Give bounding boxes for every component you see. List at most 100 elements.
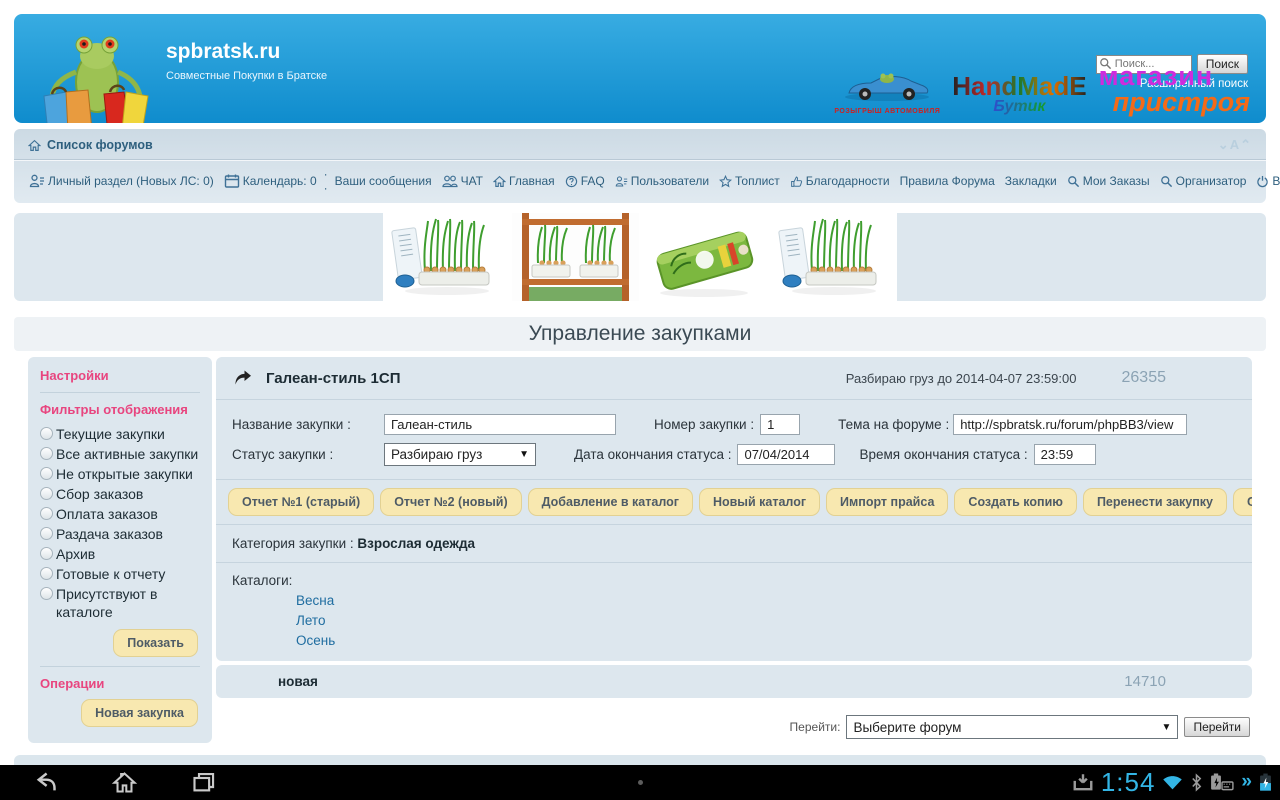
nav-bookmarks[interactable]: Закладки: [1005, 174, 1057, 188]
catalog-link-summer[interactable]: Лето: [296, 613, 1236, 628]
radio-button[interactable]: [40, 487, 53, 501]
banner-image-grass-kit[interactable]: [770, 213, 897, 302]
forum-topic-input[interactable]: [953, 413, 1188, 435]
radio-button[interactable]: [40, 567, 53, 581]
nav-your-messages[interactable]: Ваши сообщения: [335, 174, 432, 188]
purchase-row-new[interactable]: новая 14710: [216, 665, 1252, 699]
chevrons-icon: »: [1241, 771, 1252, 793]
status-select[interactable]: Разбираю груз ▼: [384, 442, 536, 466]
show-button[interactable]: Показать: [113, 629, 198, 658]
calendar-icon: [224, 173, 240, 189]
sidebar-settings-title: Настройки: [40, 368, 109, 384]
chat-group-icon: [442, 173, 458, 189]
category-label: Категория закупки :: [232, 536, 354, 552]
move-purchase-button[interactable]: Перенести закупку: [1082, 488, 1227, 517]
nav-organizer[interactable]: Организатор: [1160, 174, 1246, 188]
nav-chat[interactable]: ЧАТ: [442, 173, 483, 189]
status-end-date-input[interactable]: [737, 443, 836, 465]
purchase-name-input[interactable]: [384, 413, 616, 435]
nav-forum-rules[interactable]: Правила Форума: [900, 174, 995, 188]
nav-thanks[interactable]: Благодарности: [790, 174, 890, 188]
filter-ready-for-report[interactable]: Готовые к отчету: [40, 565, 200, 583]
banner-image-grass-kit[interactable]: [383, 213, 510, 302]
time-label: Время окончания статуса :: [859, 446, 1028, 462]
nav-logout[interactable]: Выход [ sibtel ]: [1256, 174, 1280, 188]
radio-button[interactable]: [40, 587, 53, 601]
breadcrumb-forums-link[interactable]: Список форумов: [28, 138, 153, 152]
filter-present-in-catalog[interactable]: Присутствуют в каталоге: [40, 585, 200, 621]
font-larger-icon[interactable]: ⌃: [1240, 137, 1252, 152]
catalog-link-spring[interactable]: Весна: [296, 593, 1236, 608]
font-size-controls[interactable]: ⌄A⌃: [1218, 137, 1252, 153]
site-header: spbratsk.ru Совместные Покупки в Братске…: [14, 14, 1266, 124]
back-button[interactable]: [32, 769, 59, 796]
new-catalog-button[interactable]: Новый каталог: [698, 488, 821, 517]
car-giveaway-caption: РОЗЫГРЫШ АВТОМОБИЛЯ: [834, 108, 941, 116]
question-icon: [565, 175, 578, 188]
nav-toplist[interactable]: Топлист: [719, 174, 780, 188]
jump-label: Перейти:: [789, 720, 841, 735]
purchase-row-id: 14710: [1124, 673, 1166, 691]
search-icon: [1067, 175, 1080, 188]
purchase-status-line: Разбираю груз до 2014-04-07 23:59:00: [845, 370, 1077, 386]
filter-order-distribution[interactable]: Раздача заказов: [40, 525, 200, 543]
home-icon: [493, 175, 506, 188]
catalog-link-autumn[interactable]: Осень: [296, 633, 1236, 648]
filter-archive[interactable]: Архив: [40, 545, 200, 563]
nav-calendar[interactable]: Календарь: 0: [224, 173, 317, 189]
jump-button[interactable]: Перейти: [1184, 717, 1250, 738]
forum-jump-select[interactable]: Выберите форум ▼: [846, 715, 1179, 740]
divider: [40, 666, 200, 668]
share-arrow-icon[interactable]: [232, 368, 254, 388]
report-1-old-button[interactable]: Отчет №1 (старый): [228, 488, 375, 517]
home-button[interactable]: [111, 769, 138, 796]
filter-order-payment[interactable]: Оплата заказов: [40, 505, 200, 523]
clock: 1:54: [1100, 766, 1156, 797]
nav-faq[interactable]: FAQ: [565, 174, 605, 188]
topic-label: Тема на форуме :: [838, 416, 950, 432]
page-title: Управление закупками: [528, 322, 752, 346]
filter-current-purchases[interactable]: Текущие закупки: [40, 425, 200, 443]
nav-users[interactable]: Пользователи: [615, 174, 709, 188]
new-purchase-button[interactable]: Новая закупка: [81, 699, 198, 728]
banner-image-package[interactable]: [641, 213, 768, 302]
radio-button[interactable]: [40, 507, 53, 521]
chevron-down-icon: ▼: [519, 448, 529, 460]
status-tray[interactable]: 1:54 »: [1072, 767, 1280, 798]
banner-image-shelf[interactable]: [512, 213, 639, 302]
nav-my-orders[interactable]: Мои Заказы: [1067, 174, 1150, 188]
summary-button[interactable]: Сводка: [1233, 488, 1252, 517]
purchase-row-title: новая: [278, 674, 318, 690]
page: spbratsk.ru Совместные Покупки в Братске…: [0, 0, 1280, 800]
purchase-number-input[interactable]: [760, 413, 801, 435]
recent-apps-button[interactable]: [190, 769, 217, 796]
filter-order-collection[interactable]: Сбор заказов: [40, 485, 200, 503]
radio-button[interactable]: [40, 447, 53, 461]
radio-button[interactable]: [40, 427, 53, 441]
font-smaller-icon[interactable]: ⌄: [1218, 137, 1230, 152]
number-label: Номер закупки :: [654, 416, 755, 432]
shop-pristroya-banner[interactable]: магазин пристроя: [1099, 63, 1250, 115]
purchase-id: 26355: [1121, 369, 1167, 387]
nav-personal-section[interactable]: Личный раздел (Новых ЛС: 0): [29, 173, 214, 189]
import-price-button[interactable]: Импорт прайса: [826, 488, 949, 517]
title-band: Управление закупками: [14, 317, 1266, 352]
filter-not-opened[interactable]: Не открытые закупки: [40, 465, 200, 483]
car-icon: [845, 73, 930, 102]
category-value: Взрослая одежда: [357, 536, 476, 552]
add-to-catalog-button[interactable]: Добавление в каталог: [527, 488, 693, 517]
catalogs-label: Каталоги:: [232, 573, 293, 589]
handmade-line1: HandMadE: [952, 71, 1087, 102]
report-2-new-button[interactable]: Отчет №2 (новый): [380, 488, 522, 517]
status-end-time-input[interactable]: [1033, 443, 1096, 465]
handmade-boutique-banner[interactable]: HandMadE Бутик: [952, 73, 1086, 115]
car-giveaway-banner[interactable]: РОЗЫГРЫШ АВТОМОБИЛЯ: [834, 71, 940, 115]
android-system-bar: 1:54 »: [0, 764, 1280, 800]
radio-button[interactable]: [40, 467, 53, 481]
create-copy-button[interactable]: Создать копию: [954, 488, 1077, 517]
nav-main[interactable]: Главная: [493, 174, 555, 188]
filter-all-active[interactable]: Все активные закупки: [40, 445, 200, 463]
radio-button[interactable]: [40, 527, 53, 541]
radio-button[interactable]: [40, 547, 53, 561]
site-name: spbratsk.ru: [166, 40, 281, 63]
